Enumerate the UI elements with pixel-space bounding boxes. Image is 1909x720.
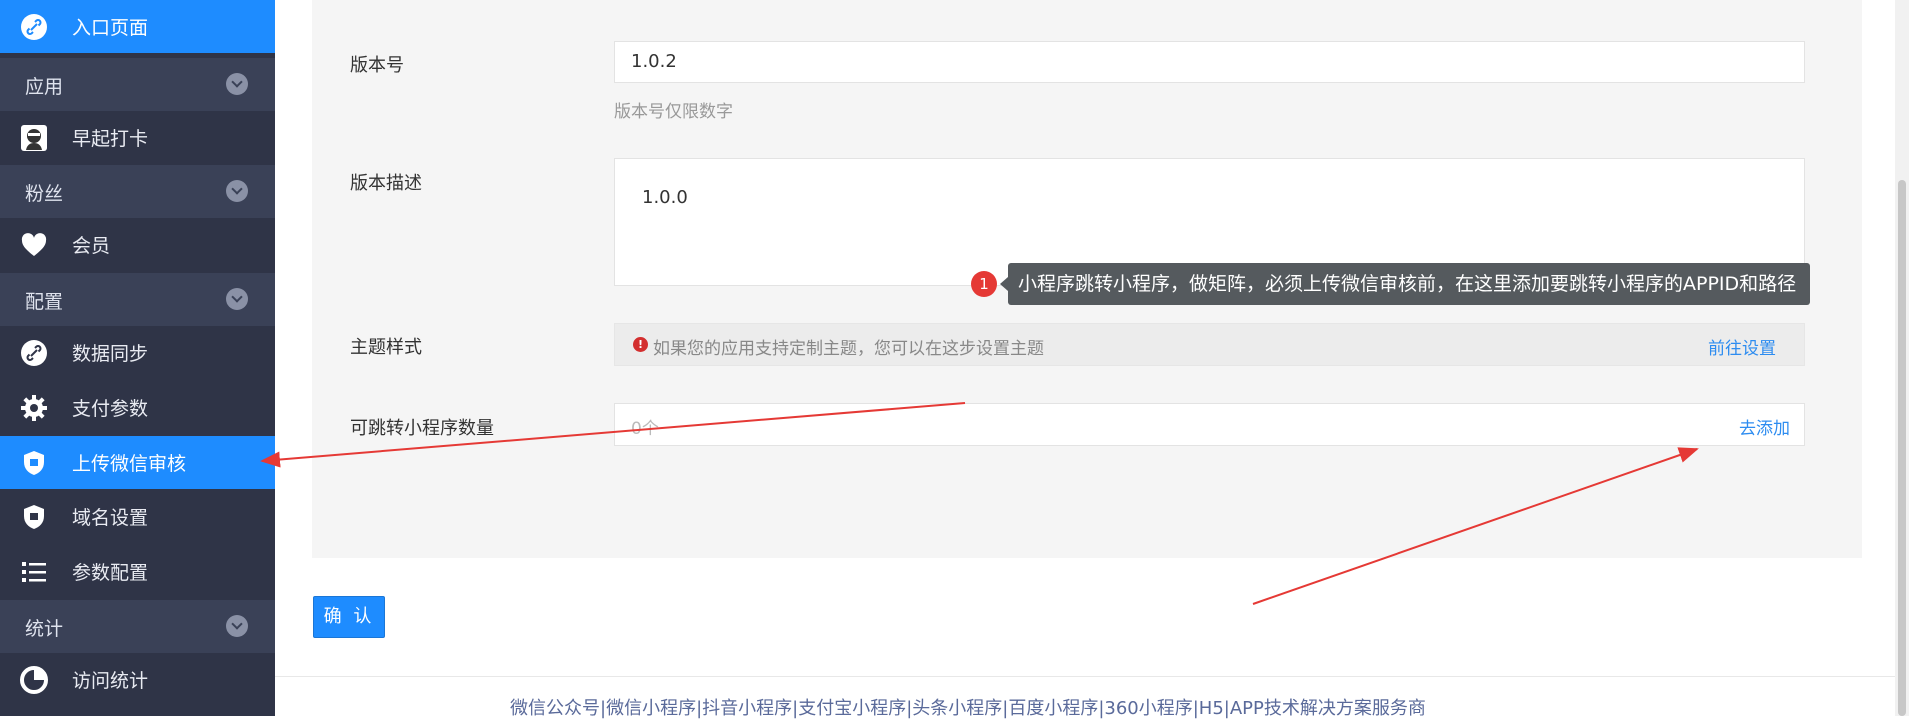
annotation-tooltip: 小程序跳转小程序，做矩阵，必须上传微信审核前，在这里添加要跳转小程序的APPID… xyxy=(999,263,1811,305)
arrow-to-add-link xyxy=(1252,447,1699,605)
annotation-badge: 1 xyxy=(971,271,997,297)
annotation-arrows xyxy=(260,402,1699,605)
arrow-to-upload-review xyxy=(260,402,966,468)
